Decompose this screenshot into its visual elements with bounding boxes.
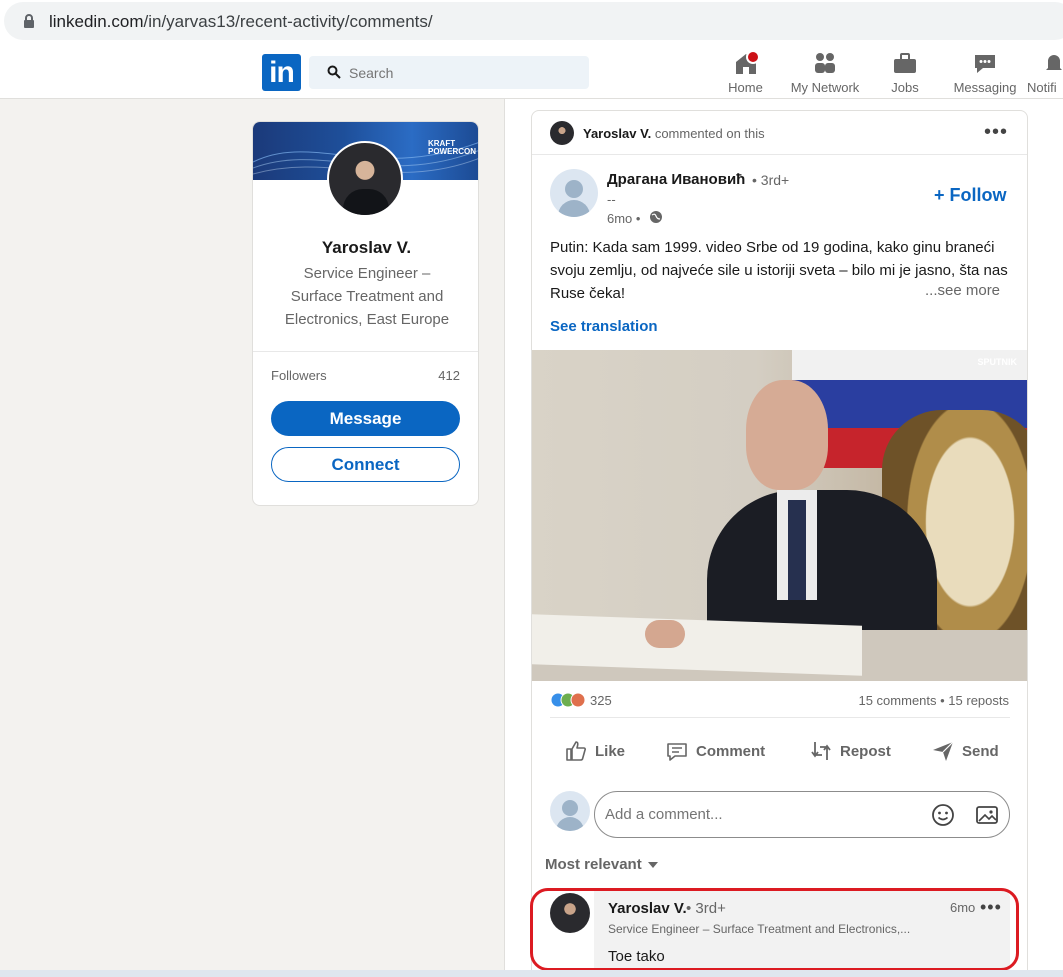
- bottom-edge: [0, 970, 1063, 977]
- profile-name[interactable]: Yaroslav V.: [253, 238, 478, 258]
- image-icon[interactable]: [975, 804, 999, 826]
- comment-label: Comment: [696, 742, 766, 760]
- banner-brand: KRAFT POWERCON: [428, 139, 476, 156]
- comment-bubble: Yaroslav V. • 3rd+ Service Engineer – Su…: [594, 890, 1010, 977]
- message-button[interactable]: Message: [271, 401, 460, 436]
- sort-dropdown[interactable]: Most relevant: [545, 856, 659, 873]
- notification-badge: [746, 50, 760, 64]
- post-image[interactable]: SPUTNIK: [532, 350, 1027, 681]
- nav-home[interactable]: Home: [727, 50, 764, 98]
- url-host: linkedin.com: [49, 12, 144, 31]
- see-translation-link[interactable]: See translation: [550, 318, 658, 335]
- search-bar[interactable]: [309, 56, 589, 89]
- lock-icon: [24, 14, 34, 28]
- emoji-icon[interactable]: [931, 803, 955, 827]
- activity-actor[interactable]: Yaroslav V.: [583, 126, 651, 141]
- send-label: Send: [962, 742, 999, 760]
- comment-button[interactable]: Comment: [665, 735, 765, 767]
- search-input[interactable]: [349, 56, 579, 89]
- post-stats[interactable]: 15 comments • 15 reposts: [858, 693, 1009, 708]
- head-graphic: [746, 380, 828, 490]
- like-label: Like: [595, 742, 626, 760]
- author-name[interactable]: Драгана Ивановић: [607, 171, 745, 188]
- image-watermark: SPUTNIK: [977, 357, 1017, 367]
- followers-label: Followers: [271, 368, 327, 383]
- commenter-avatar[interactable]: [550, 893, 590, 933]
- connect-button[interactable]: Connect: [271, 447, 460, 482]
- divider: [253, 351, 478, 352]
- commenter-headline: Service Engineer – Surface Treatment and…: [608, 922, 911, 936]
- nav-messaging[interactable]: Messaging: [952, 50, 1018, 98]
- nav-home-label: Home: [728, 80, 763, 95]
- more-options-icon[interactable]: •••: [984, 122, 1008, 142]
- nav-notifications[interactable]: Notifi: [1027, 50, 1063, 98]
- comment-time: 6mo: [950, 900, 976, 915]
- nav-messaging-label: Messaging: [953, 80, 1017, 95]
- send-button[interactable]: Send: [931, 735, 999, 767]
- top-nav: in Home My Network Jobs Messaging Notifi: [0, 44, 1063, 99]
- profile-avatar[interactable]: [327, 141, 403, 217]
- current-user-avatar: [550, 791, 590, 831]
- comment-input[interactable]: [605, 792, 905, 837]
- follow-button[interactable]: + Follow: [934, 185, 1007, 206]
- actor-avatar[interactable]: [550, 121, 574, 145]
- nav-my-network-label: My Network: [790, 80, 860, 95]
- repost-button[interactable]: Repost: [809, 735, 891, 767]
- comment-text: Toe tako: [608, 948, 665, 965]
- browser-address-bar: linkedin.com/in/yarvas13/recent-activity…: [0, 0, 1063, 44]
- caret-down-icon: [647, 861, 658, 868]
- commenter-name[interactable]: Yaroslav V.: [608, 900, 687, 917]
- nav-jobs[interactable]: Jobs: [889, 50, 921, 98]
- messaging-icon: [975, 55, 995, 73]
- activity-header: Yaroslav V. commented on this •••: [532, 111, 1027, 155]
- url-text: linkedin.com/in/yarvas13/recent-activity…: [49, 12, 433, 32]
- network-icon: [815, 53, 835, 73]
- nav-jobs-label: Jobs: [891, 80, 919, 95]
- post-card: Yaroslav V. commented on this ••• Драган…: [531, 110, 1028, 977]
- author-subtitle: --: [607, 192, 616, 207]
- briefcase-icon: [894, 53, 916, 73]
- repost-icon: [811, 742, 831, 760]
- activity-verb: commented on this: [654, 126, 765, 141]
- followers-count: 412: [438, 368, 460, 383]
- globe-icon: [650, 211, 662, 223]
- search-icon: [327, 65, 341, 79]
- comment-more-icon[interactable]: •••: [980, 898, 1002, 916]
- activity-text: Yaroslav V. commented on this: [583, 126, 765, 141]
- nav-notifications-label: Notifi: [1027, 80, 1057, 95]
- divider: [550, 717, 1010, 718]
- reactions-count[interactable]: 325: [590, 693, 612, 708]
- reactions-icons[interactable]: [550, 692, 590, 708]
- comment-item: Yaroslav V. • 3rd+ Service Engineer – Su…: [550, 890, 1010, 977]
- commenter-degree: • 3rd+: [686, 900, 726, 917]
- like-icon: [566, 741, 586, 761]
- comment-box[interactable]: [594, 791, 1010, 838]
- comment-icon: [667, 743, 687, 761]
- hand-graphic: [645, 620, 685, 648]
- url-path: /in/yarvas13/recent-activity/comments/: [143, 12, 433, 31]
- sort-label: Most relevant: [545, 856, 642, 873]
- post-time: 6mo •: [607, 211, 641, 226]
- nav-my-network[interactable]: My Network: [788, 50, 862, 98]
- repost-label: Repost: [840, 742, 891, 760]
- author-degree: • 3rd+: [752, 172, 790, 188]
- tie-graphic: [788, 500, 806, 600]
- url-field[interactable]: linkedin.com/in/yarvas13/recent-activity…: [4, 2, 1063, 40]
- like-button[interactable]: Like: [564, 735, 625, 767]
- linkedin-logo[interactable]: in: [262, 54, 301, 91]
- bell-icon: [1046, 55, 1062, 70]
- send-icon: [933, 741, 954, 761]
- profile-headline: Service Engineer – Surface Treatment and…: [284, 265, 450, 328]
- author-avatar[interactable]: [550, 169, 598, 217]
- profile-card: KRAFT POWERCON Yaroslav V. Service Engin…: [252, 121, 479, 506]
- see-more-link[interactable]: ...see more: [923, 282, 1001, 299]
